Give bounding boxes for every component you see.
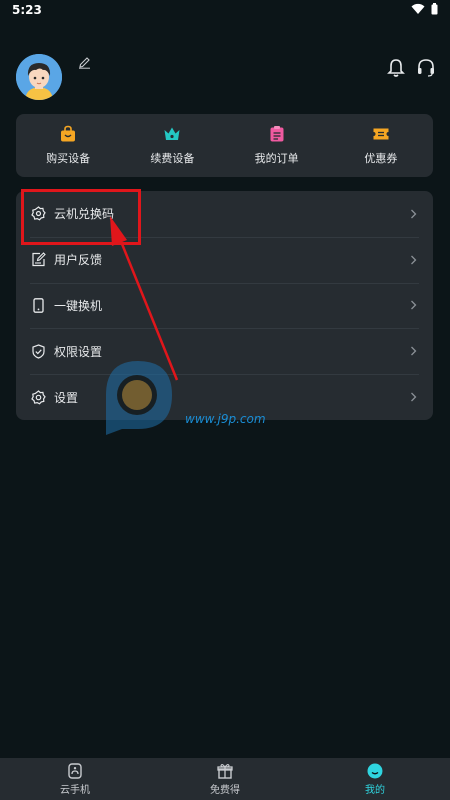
nav-tab-mine[interactable]: 我的 [300, 758, 450, 800]
crown-icon [164, 127, 180, 140]
chevron-right-icon [411, 392, 417, 402]
watermark-logo [106, 361, 172, 435]
shield-check-icon [30, 343, 46, 359]
avatar[interactable] [16, 54, 62, 100]
menu-item-label: 一键换机 [54, 298, 103, 313]
quick-action-label: 我的订单 [254, 152, 299, 165]
quick-action-coupons[interactable]: 优惠券 [329, 114, 433, 177]
profile-face-icon [367, 763, 383, 778]
wifi-icon [411, 3, 425, 15]
shopping-bag-icon [61, 125, 76, 142]
nav-tab-free[interactable]: 免费得 [150, 758, 300, 800]
avatar-illustration [16, 54, 62, 100]
status-time: 5:23 [12, 3, 42, 17]
nav-label: 云手机 [60, 784, 90, 796]
settings-gear-icon [30, 389, 46, 405]
nav-label: 免费得 [210, 784, 240, 796]
menu-item-permissions[interactable]: 权限设置 [16, 328, 433, 374]
bell-icon[interactable] [386, 58, 406, 78]
highlight-box [21, 189, 141, 245]
cloud-phone-icon [68, 762, 82, 779]
status-icons [411, 3, 438, 15]
quick-action-label: 优惠券 [364, 152, 398, 165]
feedback-edit-icon [30, 252, 46, 268]
menu-item-label: 权限设置 [54, 344, 103, 359]
header-icons [386, 58, 436, 78]
order-list-icon [270, 126, 284, 142]
headset-icon[interactable] [416, 58, 436, 78]
bottom-nav: 云手机 免费得 我的 [0, 758, 450, 800]
edit-icon[interactable] [78, 56, 91, 69]
quick-action-label: 购买设备 [46, 152, 91, 165]
battery-icon [431, 3, 438, 15]
chevron-right-icon [411, 346, 417, 356]
phone-icon [30, 297, 46, 313]
nav-label: 我的 [365, 784, 385, 796]
menu-item-switch-device[interactable]: 一键换机 [16, 282, 433, 329]
quick-action-my-orders[interactable]: 我的订单 [225, 114, 329, 177]
watermark-text: www.j9p.com [185, 412, 266, 426]
nav-tab-cloud-phone[interactable]: 云手机 [0, 758, 150, 800]
quick-action-buy-device[interactable]: 购买设备 [16, 114, 120, 177]
chevron-right-icon [411, 255, 417, 265]
menu-item-label: 设置 [54, 390, 79, 405]
quick-actions-card: 购买设备 续费设备 我的订单 优惠券 [16, 114, 433, 177]
profile-header [16, 54, 436, 102]
quick-action-renew-device[interactable]: 续费设备 [120, 114, 224, 177]
chevron-right-icon [411, 301, 417, 310]
status-bar: 5:23 [0, 0, 450, 22]
chevron-right-icon [411, 209, 417, 219]
menu-item-label: 用户反馈 [54, 253, 103, 268]
coupon-icon [373, 128, 389, 140]
gift-icon [217, 763, 233, 779]
quick-action-label: 续费设备 [150, 152, 195, 165]
